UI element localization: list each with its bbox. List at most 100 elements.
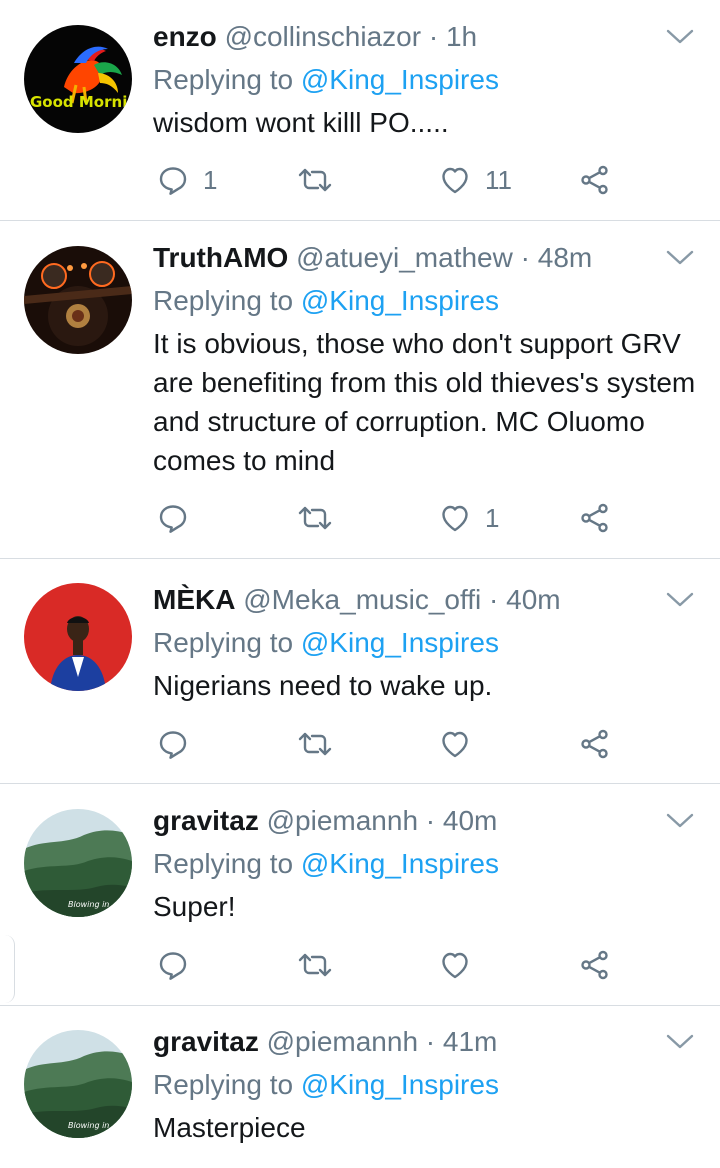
mention-link[interactable]: @King_Inspires <box>301 285 499 316</box>
avatar[interactable]: Blowing in <box>24 809 132 917</box>
mention-link[interactable]: @King_Inspires <box>301 627 499 658</box>
timestamp: 41m <box>442 1026 498 1057</box>
timestamp: 40m <box>442 805 498 836</box>
replying-to: Replying to @King_Inspires <box>153 623 499 663</box>
reply-icon <box>157 502 189 534</box>
reply-icon <box>157 949 189 981</box>
avatar-text: Blowing in <box>68 900 109 909</box>
heart-icon <box>439 164 471 196</box>
heart-icon <box>439 728 471 760</box>
chevron-down-icon[interactable] <box>665 1032 695 1052</box>
separator-dot: · <box>428 21 439 52</box>
reply-icon <box>157 728 189 760</box>
display-name[interactable]: enzo <box>153 21 217 52</box>
share-button[interactable] <box>579 160 611 200</box>
share-button[interactable] <box>579 945 611 985</box>
scroll-edge-handle[interactable] <box>0 935 15 1003</box>
like-count: 11 <box>485 164 512 195</box>
display-name[interactable]: gravitaz <box>153 1026 259 1057</box>
tweet-header: gravitaz @piemannh · 41m <box>153 1022 497 1062</box>
user-handle[interactable]: @collinschiazor <box>225 21 422 52</box>
tweet-item[interactable]: MÈKA @Meka_music_offi · 40m Replying to … <box>0 580 720 780</box>
retweet-button[interactable] <box>297 498 333 538</box>
tweet-text: wisdom wont killl PO..... <box>153 107 449 138</box>
retweet-button[interactable] <box>297 724 333 764</box>
tweet-header: TruthAMO @atueyi_mathew · 48m <box>153 238 592 278</box>
separator-dot: · <box>425 805 436 836</box>
chevron-down-icon[interactable] <box>665 248 695 268</box>
mention-link[interactable]: @King_Inspires <box>301 1069 499 1100</box>
chevron-down-icon[interactable] <box>665 811 695 831</box>
mention-link[interactable]: @King_Inspires <box>301 848 499 879</box>
divider <box>0 1005 720 1006</box>
separator-dot: · <box>520 242 530 273</box>
tweet-item[interactable]: Blowing in gravitaz @piemannh · 41m Repl… <box>0 1022 720 1168</box>
timestamp: 40m <box>506 584 561 615</box>
reply-icon <box>157 164 189 196</box>
reply-button[interactable]: 1 <box>157 160 217 200</box>
divider <box>0 783 720 784</box>
reply-button[interactable] <box>157 945 203 985</box>
like-button[interactable]: 1 <box>439 498 499 538</box>
chevron-down-icon[interactable] <box>665 590 695 610</box>
avatar[interactable] <box>24 246 132 354</box>
reply-button[interactable] <box>157 724 203 764</box>
share-button[interactable] <box>579 498 611 538</box>
share-icon <box>579 949 611 981</box>
reply-count: 1 <box>203 164 218 195</box>
tweet-item[interactable]: TruthAMO @atueyi_mathew · 48m Replying t… <box>0 238 720 556</box>
separator-dot: · <box>489 584 499 615</box>
share-icon <box>579 502 611 534</box>
replying-to-label: Replying to <box>153 848 294 879</box>
retweet-button[interactable] <box>297 160 333 200</box>
timestamp: 1h <box>445 21 478 52</box>
replying-to: Replying to @King_Inspires <box>153 60 499 100</box>
display-name[interactable]: TruthAMO <box>153 242 288 273</box>
replying-to: Replying to @King_Inspires <box>153 1065 499 1105</box>
avatar[interactable] <box>24 583 132 691</box>
replying-to: Replying to @King_Inspires <box>153 844 499 884</box>
reply-button[interactable] <box>157 498 203 538</box>
mention-link[interactable]: @King_Inspires <box>301 64 499 95</box>
avatar[interactable]: Blowing in <box>24 1030 132 1138</box>
heart-icon <box>439 949 471 981</box>
replying-to-label: Replying to <box>153 627 294 658</box>
user-handle[interactable]: @piemannh <box>267 1026 418 1057</box>
tweet-header: enzo @collinschiazor · 1h <box>153 17 477 57</box>
user-handle[interactable]: @piemannh <box>267 805 418 836</box>
replying-to: Replying to @King_Inspires <box>153 281 499 321</box>
avatar[interactable]: Good Morning <box>24 25 132 133</box>
tweet-text: It is obvious, those who don't support G… <box>153 328 696 476</box>
action-bar: 1 11 <box>153 160 633 200</box>
share-icon <box>579 728 611 760</box>
chevron-down-icon[interactable] <box>665 27 695 47</box>
display-name[interactable]: gravitaz <box>153 805 259 836</box>
replying-to-label: Replying to <box>153 1069 294 1100</box>
divider <box>0 558 720 559</box>
share-icon <box>579 164 611 196</box>
avatar-text: Good Morning <box>30 93 132 111</box>
avatar-text: Blowing in <box>68 1121 109 1130</box>
retweet-icon <box>297 164 333 196</box>
user-handle[interactable]: @atueyi_mathew <box>296 242 513 273</box>
heart-icon <box>439 502 471 534</box>
tweet-text: Nigerians need to wake up. <box>153 670 493 701</box>
action-bar <box>153 945 633 985</box>
retweet-icon <box>297 728 333 760</box>
retweet-button[interactable] <box>297 945 333 985</box>
tweet-header: MÈKA @Meka_music_offi · 40m <box>153 580 561 620</box>
tweet-item[interactable]: Blowing in gravitaz @piemannh · 40m Repl… <box>0 801 720 1001</box>
share-button[interactable] <box>579 724 611 764</box>
divider <box>0 220 720 221</box>
like-button[interactable] <box>439 945 485 985</box>
like-button[interactable] <box>439 724 485 764</box>
separator-dot: · <box>425 1026 436 1057</box>
display-name[interactable]: MÈKA <box>153 584 235 615</box>
user-handle[interactable]: @Meka_music_offi <box>243 584 481 615</box>
action-bar <box>153 724 633 764</box>
tweet-text: Masterpiece <box>153 1112 306 1143</box>
like-count: 1 <box>485 502 500 533</box>
tweet-item[interactable]: Good Morning enzo @collinschiazor · 1h R… <box>0 17 720 217</box>
like-button[interactable]: 11 <box>439 160 512 200</box>
timestamp: 48m <box>537 242 593 273</box>
